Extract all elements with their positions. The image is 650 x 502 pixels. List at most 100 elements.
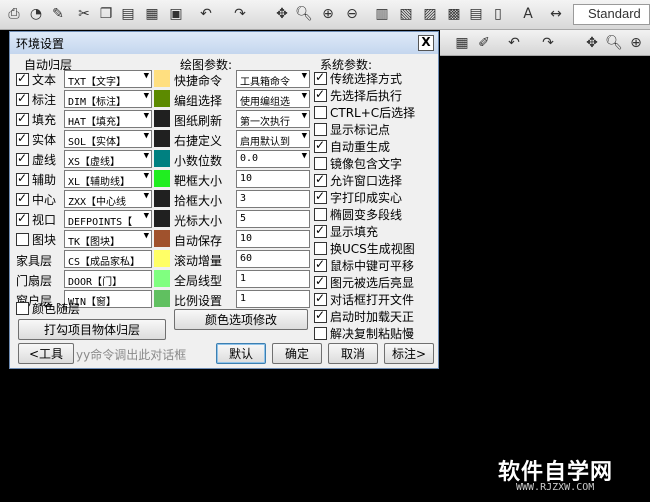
dim-style-icon[interactable]: ↔ bbox=[546, 4, 566, 24]
edit-icon[interactable]: ✎ bbox=[48, 4, 68, 24]
brush-icon[interactable]: ✐ bbox=[474, 33, 494, 53]
system-option-2[interactable]: CTRL+C后选择 bbox=[314, 104, 415, 121]
default-button[interactable]: 默认 bbox=[216, 343, 266, 364]
param-color-swatch[interactable] bbox=[154, 250, 170, 267]
copy-icon[interactable]: ❐ bbox=[96, 4, 116, 24]
param-text-field[interactable]: 60 bbox=[236, 250, 310, 268]
layer-combo[interactable]: XL【辅助线】 ▼ bbox=[64, 170, 152, 188]
undo-icon-2[interactable]: ↶ bbox=[504, 33, 524, 53]
param-color-swatch[interactable] bbox=[154, 90, 170, 107]
layer-combo[interactable]: TXT【文字】 ▼ bbox=[64, 70, 152, 88]
layer-checkbox[interactable] bbox=[16, 111, 29, 126]
param-color-swatch[interactable] bbox=[154, 190, 170, 207]
sheet-set-icon[interactable]: ▩ bbox=[444, 4, 464, 24]
system-option-15[interactable]: 解决复制粘贴慢 bbox=[314, 325, 414, 342]
param-text-field[interactable]: 1 bbox=[236, 270, 310, 288]
system-option-13[interactable]: 对话框打开文件 bbox=[314, 291, 414, 308]
tool-palette-icon[interactable]: ▨ bbox=[420, 4, 440, 24]
system-option-checkbox[interactable] bbox=[314, 257, 327, 272]
apply-layer-button[interactable]: 打勾项目物体归层 bbox=[18, 319, 166, 340]
style-dropdown[interactable]: Standard bbox=[573, 4, 650, 25]
param-text-field[interactable]: 3 bbox=[236, 190, 310, 208]
ok-button[interactable]: 确定 bbox=[272, 343, 322, 364]
layer-checkbox[interactable] bbox=[16, 91, 29, 106]
layer-checkbox[interactable] bbox=[16, 131, 29, 146]
layer-checkbox[interactable] bbox=[16, 151, 29, 166]
system-option-checkbox[interactable] bbox=[314, 242, 327, 255]
system-option-checkbox[interactable] bbox=[314, 157, 327, 170]
param-color-swatch[interactable] bbox=[154, 70, 170, 87]
undo-icon[interactable]: ↶ bbox=[196, 4, 216, 24]
paste-icon[interactable]: ▤ bbox=[118, 4, 138, 24]
layer-combo[interactable]: HAT【填充】 ▼ bbox=[64, 110, 152, 128]
system-option-checkbox[interactable] bbox=[314, 189, 327, 204]
layer-combo[interactable]: ZXX【中心线 ▼ bbox=[64, 190, 152, 208]
param-color-swatch[interactable] bbox=[154, 150, 170, 167]
layer-checkbox[interactable] bbox=[16, 211, 29, 226]
layer-checkbox[interactable] bbox=[16, 71, 29, 86]
dialog-titlebar[interactable]: 环境设置 X bbox=[10, 32, 438, 54]
design-center-icon[interactable]: ▧ bbox=[396, 4, 416, 24]
system-option-11[interactable]: 鼠标中键可平移 bbox=[314, 257, 414, 274]
system-option-7[interactable]: 字打印成实心 bbox=[314, 189, 402, 206]
system-option-checkbox[interactable] bbox=[314, 291, 327, 306]
tools-button[interactable]: <工具 bbox=[18, 343, 74, 364]
param-color-swatch[interactable] bbox=[154, 290, 170, 307]
zoom-icon-2[interactable]: 🔍︎ bbox=[604, 33, 624, 53]
markup-icon[interactable]: ▤ bbox=[466, 4, 486, 24]
calculator-icon[interactable]: ▯ bbox=[488, 4, 508, 24]
color-follow-layer-checkbox[interactable] bbox=[16, 302, 29, 315]
annotate-button[interactable]: 标注> bbox=[384, 343, 434, 364]
system-option-checkbox[interactable] bbox=[314, 106, 327, 119]
redo-icon-2[interactable]: ↷ bbox=[538, 33, 558, 53]
match-properties-icon[interactable]: ▦ bbox=[142, 4, 162, 24]
pan-icon[interactable]: ✥ bbox=[272, 4, 292, 24]
zoom-window-icon-2[interactable]: ⊕ bbox=[626, 33, 646, 53]
param-color-swatch[interactable] bbox=[154, 210, 170, 227]
param-combo[interactable]: 第一次执行 ▼ bbox=[236, 110, 310, 128]
param-text-field[interactable]: 10 bbox=[236, 170, 310, 188]
layer-checkbox[interactable] bbox=[16, 191, 29, 206]
param-text-field[interactable]: 10 bbox=[236, 230, 310, 248]
param-combo[interactable]: 工具箱命令 ▼ bbox=[236, 70, 310, 88]
param-combo[interactable]: 启用默认到 ▼ bbox=[236, 130, 310, 148]
param-color-swatch[interactable] bbox=[154, 170, 170, 187]
layer-checkbox[interactable] bbox=[16, 171, 29, 186]
system-option-checkbox[interactable] bbox=[314, 138, 327, 153]
param-color-swatch[interactable] bbox=[154, 110, 170, 127]
system-option-4[interactable]: 自动重生成 bbox=[314, 138, 390, 155]
properties-icon[interactable]: ▥ bbox=[372, 4, 392, 24]
plot-icon[interactable]: ⎙ bbox=[4, 4, 24, 24]
layer-combo[interactable]: DEFPOINTS【 ▼ bbox=[64, 210, 152, 228]
publish-icon[interactable]: ◔ bbox=[26, 4, 46, 24]
system-option-1[interactable]: 先选择后执行 bbox=[314, 87, 402, 104]
system-option-8[interactable]: 椭圆变多段线 bbox=[314, 206, 402, 223]
system-option-checkbox[interactable] bbox=[314, 327, 327, 340]
param-color-swatch[interactable] bbox=[154, 130, 170, 147]
param-color-swatch[interactable] bbox=[154, 270, 170, 287]
system-option-checkbox[interactable] bbox=[314, 223, 327, 238]
layer-combo[interactable]: TK【图块】 ▼ bbox=[64, 230, 152, 248]
system-option-14[interactable]: 启动时加载天正 bbox=[314, 308, 414, 325]
layer-text-field[interactable]: DOOR【门】 bbox=[64, 270, 152, 288]
param-text-field[interactable]: 5 bbox=[236, 210, 310, 228]
system-option-10[interactable]: 换UCS生成视图 bbox=[314, 240, 415, 257]
system-option-5[interactable]: 镜像包含文字 bbox=[314, 155, 402, 172]
layer-combo[interactable]: XS【虚线】 ▼ bbox=[64, 150, 152, 168]
system-option-checkbox[interactable] bbox=[314, 208, 327, 221]
system-option-checkbox[interactable] bbox=[314, 87, 327, 102]
cancel-button[interactable]: 取消 bbox=[328, 343, 378, 364]
pan-icon-2[interactable]: ✥ bbox=[582, 33, 602, 53]
param-color-swatch[interactable] bbox=[154, 230, 170, 247]
system-option-checkbox[interactable] bbox=[314, 172, 327, 187]
system-option-12[interactable]: 图元被选后亮显 bbox=[314, 274, 414, 291]
system-option-9[interactable]: 显示填充 bbox=[314, 223, 378, 240]
system-option-checkbox[interactable] bbox=[314, 274, 327, 289]
system-option-0[interactable]: 传统选择方式 bbox=[314, 70, 402, 87]
block-icon[interactable]: ▣ bbox=[166, 4, 186, 24]
system-option-3[interactable]: 显示标记点 bbox=[314, 121, 390, 138]
layer-combo[interactable]: DIM【标注】 ▼ bbox=[64, 90, 152, 108]
close-button[interactable]: X bbox=[418, 35, 434, 51]
redo-icon[interactable]: ↷ bbox=[230, 4, 250, 24]
layer-checkbox[interactable] bbox=[16, 233, 29, 246]
